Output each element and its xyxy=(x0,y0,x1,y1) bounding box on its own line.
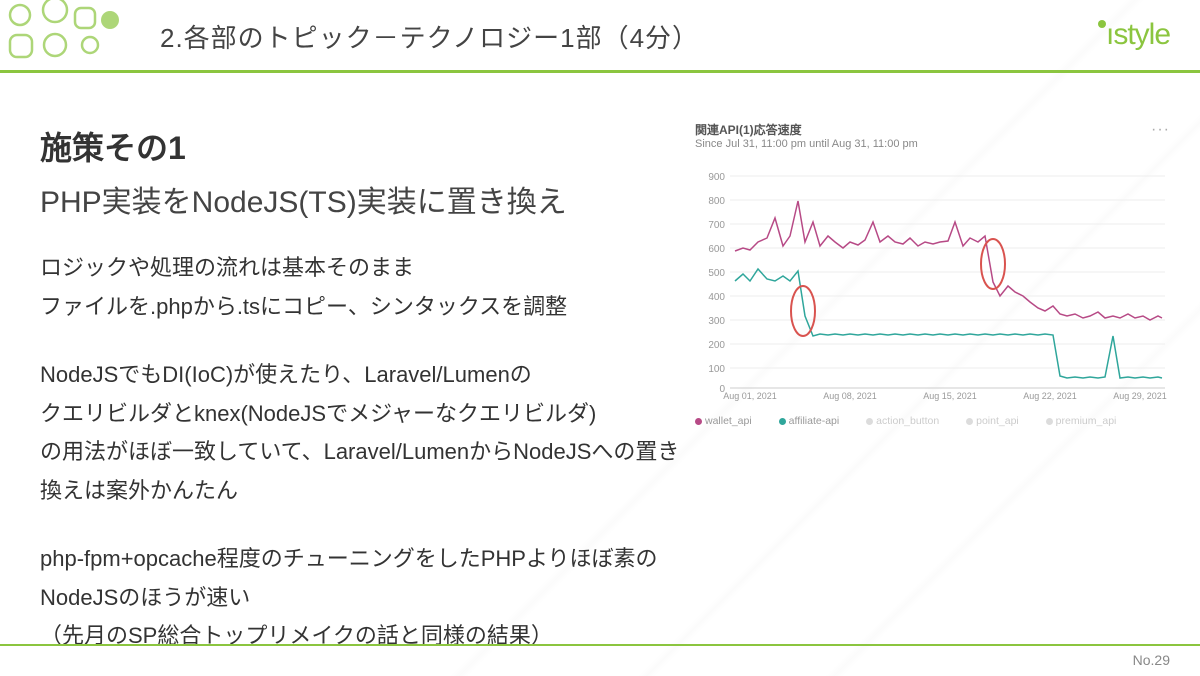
svg-text:Aug 08, 2021: Aug 08, 2021 xyxy=(823,391,877,401)
svg-text:200: 200 xyxy=(708,340,725,351)
company-logo: ıstyle xyxy=(1098,18,1170,52)
svg-text:600: 600 xyxy=(708,244,725,255)
svg-text:Aug 22, 2021: Aug 22, 2021 xyxy=(1023,391,1077,401)
slide-header: 2.各部のトピック－テクノロジー1部（4分） ıstyle xyxy=(0,0,1200,73)
svg-text:800: 800 xyxy=(708,196,725,207)
para-5: の用法がほぼ一致していて、Laravel/LumenからNodeJSへの置き換え… xyxy=(40,433,700,510)
gridlines xyxy=(730,176,1165,388)
para-1: ロジックや処理の流れは基本そのまま xyxy=(40,249,700,288)
x-axis-labels: Aug 01, 2021 Aug 08, 2021 Aug 15, 2021 A… xyxy=(723,391,1167,401)
chart-title: 関連API(1)応答速度 xyxy=(695,121,1170,138)
y-axis-labels: 900 800 700 600 500 400 300 200 100 0 xyxy=(708,172,725,395)
chart-plot-area: 900 800 700 600 500 400 300 200 100 0 Au… xyxy=(695,156,1170,406)
svg-text:500: 500 xyxy=(708,268,725,279)
svg-text:900: 900 xyxy=(708,172,725,183)
slide-title: 2.各部のトピック－テクノロジー1部（4分） xyxy=(160,18,1170,55)
annotation-circle-1 xyxy=(791,286,815,336)
svg-text:400: 400 xyxy=(708,292,725,303)
response-time-chart: 関連API(1)応答速度 Since Jul 31, 11:00 pm unti… xyxy=(695,121,1170,427)
svg-text:Aug 01, 2021: Aug 01, 2021 xyxy=(723,391,777,401)
series xyxy=(735,201,1162,378)
slide-content: 施策その1 PHP実装をNodeJS(TS)実装に置き換え ロジックや処理の流れ… xyxy=(0,73,1200,676)
chart-subtitle: Since Jul 31, 11:00 pm until Aug 31, 11:… xyxy=(695,138,1170,150)
svg-text:100: 100 xyxy=(708,364,725,375)
series-affiliate-api xyxy=(735,269,1162,378)
slide-footer: No.29 xyxy=(0,644,1200,676)
para-6: php-fpm+opcache程度のチューニングをしたPHPよりほぼ素のNode… xyxy=(40,540,700,617)
svg-text:Aug 29, 2021: Aug 29, 2021 xyxy=(1113,391,1167,401)
chart-menu-icon[interactable]: ··· xyxy=(1151,121,1170,139)
chart-legend: wallet_api affiliate-api action_button p… xyxy=(695,415,1170,427)
body-text: ロジックや処理の流れは基本そのまま ファイルを.phpから.tsにコピー、シンタ… xyxy=(40,249,700,656)
page-number: No.29 xyxy=(1133,652,1170,668)
svg-text:300: 300 xyxy=(708,316,725,327)
para-3: NodeJSでもDI(IoC)が使えたり、Laravel/Lumenの xyxy=(40,356,700,395)
annotations xyxy=(791,239,1005,336)
svg-text:Aug 15, 2021: Aug 15, 2021 xyxy=(923,391,977,401)
para-4: クエリビルダとknex(NodeJSでメジャーなクエリビルダ) xyxy=(40,395,700,434)
svg-text:700: 700 xyxy=(708,220,725,231)
series-wallet-api xyxy=(735,201,1162,320)
para-2: ファイルを.phpから.tsにコピー、シンタックスを調整 xyxy=(40,288,700,327)
